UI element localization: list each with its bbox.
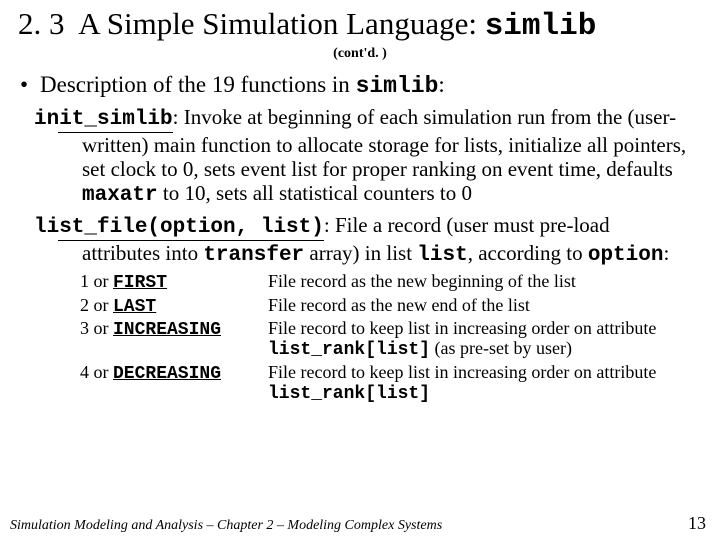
slide-title: 2. 3 A Simple Simulation Language: simli…	[18, 6, 702, 44]
opt-key-num: 2 or	[80, 295, 113, 315]
opt-desc: File record to keep list in increasing o…	[268, 363, 682, 407]
opt-key: 3 or INCREASING	[80, 319, 268, 363]
footer-text: Simulation Modeling and Analysis – Chapt…	[10, 518, 442, 534]
opt-desc-code: list_rank[list]	[268, 340, 430, 360]
f2-t4: :	[663, 241, 669, 265]
bullet-text-pre: Description of the 19 functions in	[40, 72, 356, 97]
table-row: 1 or FIRST File record as the new beginn…	[80, 272, 682, 296]
bullet-code: simlib	[356, 73, 439, 99]
page-number: 13	[688, 513, 706, 534]
table-row: 4 or DECREASING File record to keep list…	[80, 363, 682, 407]
opt-desc-text: File record as the new beginning of the …	[268, 271, 576, 291]
func-list-file: list_file(option, list): File a record (…	[58, 213, 692, 268]
bullet-text-post: :	[438, 72, 444, 97]
opt-key: 2 or LAST	[80, 296, 268, 320]
options-table: 1 or FIRST File record as the new beginn…	[80, 272, 682, 407]
f2-c3: option	[588, 244, 664, 267]
title-code: simlib	[485, 9, 597, 44]
opt-key-code: LAST	[113, 297, 156, 317]
f2-t3: , according to	[468, 241, 588, 265]
f2-t2: array) in list	[304, 241, 417, 265]
opt-desc: File record as the new beginning of the …	[268, 272, 682, 296]
continued-label: (cont'd. )	[18, 46, 702, 62]
title-text: A Simple Simulation Language:	[78, 6, 477, 41]
section-number: 2. 3	[18, 6, 65, 41]
f2-c1: transfer	[203, 244, 304, 267]
opt-desc-text: File record to keep list in increasing o…	[268, 362, 656, 382]
table-row: 2 or LAST File record as the new end of …	[80, 296, 682, 320]
func-name-list-file: list_file(option, list)	[58, 216, 324, 241]
slide-content: 2. 3 A Simple Simulation Language: simli…	[0, 0, 720, 540]
opt-desc: File record to keep list in increasing o…	[268, 319, 682, 363]
opt-desc-code: list_rank[list]	[268, 384, 430, 404]
opt-key-code: DECREASING	[113, 364, 221, 384]
f1-c1: maxatr	[82, 184, 158, 207]
opt-key-num: 4 or	[80, 362, 113, 382]
table-row: 3 or INCREASING File record to keep list…	[80, 319, 682, 363]
opt-key-num: 1 or	[80, 271, 113, 291]
opt-key-code: FIRST	[113, 273, 167, 293]
func-name-init-simlib: init_simlib	[58, 108, 173, 133]
opt-key-num: 3 or	[80, 318, 113, 338]
opt-key: 4 or DECREASING	[80, 363, 268, 407]
bullet-main: Description of the 19 functions in simli…	[18, 72, 702, 99]
opt-key-code: INCREASING	[113, 320, 221, 340]
opt-desc-post: (as pre-set by user)	[430, 338, 572, 358]
opt-key: 1 or FIRST	[80, 272, 268, 296]
opt-desc-text: File record as the new end of the list	[268, 295, 530, 315]
opt-desc-text: File record to keep list in increasing o…	[268, 318, 656, 338]
f1-t2: to 10, sets all statistical counters to …	[158, 181, 472, 205]
f2-c2: list	[417, 244, 467, 267]
opt-desc: File record as the new end of the list	[268, 296, 682, 320]
func-init-simlib: init_simlib: Invoke at beginning of each…	[58, 105, 692, 209]
